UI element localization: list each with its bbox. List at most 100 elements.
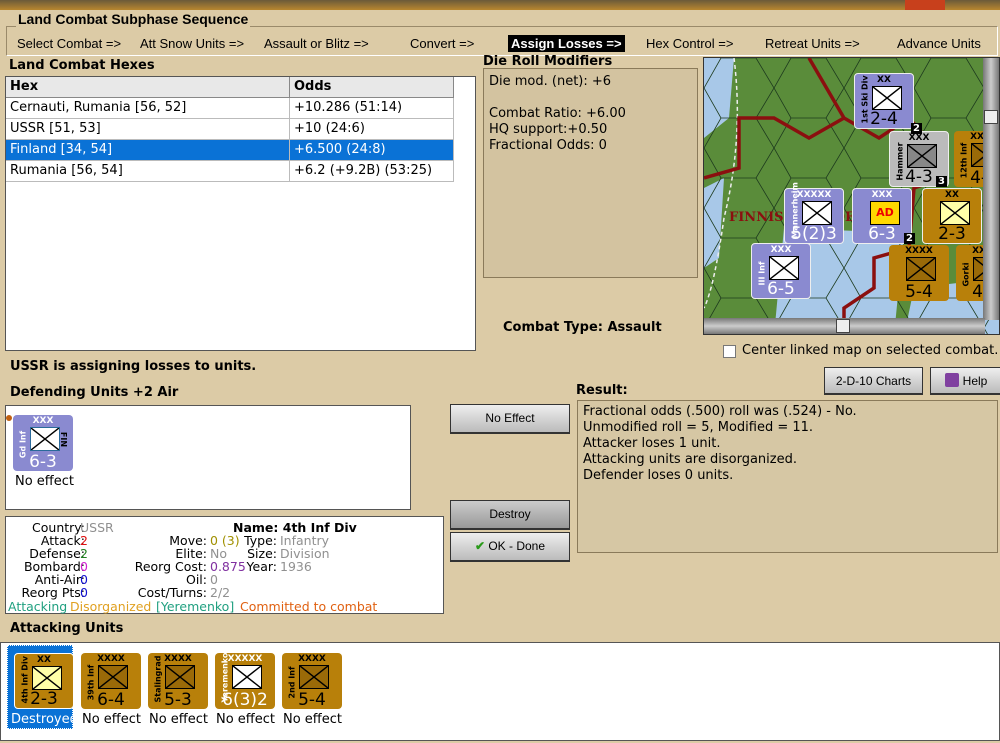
table-row[interactable]: Rumania [56, 54] +6.2 (+9.2B) (53:25): [6, 161, 454, 182]
fractional-odds-line: Fractional Odds: 0: [489, 138, 607, 153]
defending-title: Defending Units +2 Air: [10, 385, 179, 400]
status-hq: [Yeremenko]: [156, 599, 235, 614]
checkmark-icon: ✔: [474, 539, 485, 553]
attacking-unit[interactable]: XX 2-3 4th Inf Div: [14, 653, 74, 709]
unit-name: 1st Ski Div: [860, 75, 870, 124]
attacking-unit[interactable]: XXXX 6-4 39th Inf: [81, 653, 141, 710]
hexes-title: Land Combat Hexes: [9, 58, 155, 73]
unit-status: No effect: [82, 712, 142, 727]
destroy-button[interactable]: Destroy: [450, 500, 570, 530]
hex-cell: Rumania [56, 54]: [6, 161, 290, 182]
map-unit[interactable]: XXXXX 5(2)3 Mannerheim: [784, 182, 844, 244]
hq-support-line: HQ support:+0.50: [489, 122, 608, 137]
result-line: Attacker loses 1 unit.: [583, 436, 721, 451]
unit-name: III Inf: [757, 261, 767, 286]
status-message: USSR is assigning losses to units.: [10, 359, 257, 374]
unit-status: Destroyed: [11, 712, 78, 727]
die-roll-modifiers-box: Die mod. (net): +6 Combat Ratio: +6.00 H…: [483, 68, 698, 278]
hex-cell: Cernauti, Rumania [56, 52]: [6, 98, 290, 119]
step-att-snow-units: Att Snow Units =>: [140, 36, 245, 51]
year-value: 1936: [280, 559, 312, 574]
unit-name: Mannerheim: [790, 182, 800, 239]
stack-count: 2: [911, 123, 922, 134]
map-unit-defender[interactable]: XXX AD 6-3: [852, 188, 912, 244]
status-disorganized: Disorganized: [70, 599, 152, 614]
help-button[interactable]: Help: [930, 367, 1000, 395]
unit-name: Hammer: [895, 142, 905, 181]
odds-cell: +6.500 (24:8): [290, 140, 454, 161]
combat-type: Combat Type: Assault: [503, 320, 662, 335]
map-unit[interactable]: XXX 6-5 III Inf: [751, 243, 811, 299]
odds-cell: +10.286 (51:14): [290, 98, 454, 119]
attacking-unit[interactable]: XXXX 5-3 Stalingrad: [148, 653, 208, 710]
subphase-sequence-title: Land Combat Subphase Sequence: [16, 11, 251, 27]
step-advance-units: Advance Units: [897, 36, 981, 51]
column-hex[interactable]: Hex: [6, 77, 290, 98]
unit-status: No effect: [216, 712, 276, 727]
combat-hexes-table: Hex Odds Cernauti, Rumania [56, 52] +10.2…: [5, 76, 476, 351]
reorg-pts-value: 0: [80, 585, 88, 600]
center-map-label: Center linked map on selected combat.: [742, 343, 999, 358]
unit-name: 12th Inf: [959, 142, 969, 179]
result-box: Fractional odds (.500) roll was (.524) -…: [577, 400, 998, 553]
map-horizontal-scrollbar[interactable]: [704, 318, 985, 334]
combat-marker: AD: [870, 201, 900, 225]
defending-units-box: XXX 6-3 Gd Inf FIN No effect: [5, 405, 411, 510]
ok-label: OK - Done: [488, 539, 546, 553]
hex-map[interactable]: FINNISH BORDER XX2-41st Ski Div XXX4-3Ha…: [703, 57, 1000, 335]
map-unit[interactable]: XX 2-3: [922, 188, 982, 244]
unit-status: No effect: [283, 712, 343, 727]
label: Year:: [246, 559, 277, 574]
result-title: Result:: [576, 383, 628, 398]
cost-value: 2/2: [210, 585, 231, 600]
map-unit[interactable]: XXXX 5-4: [889, 245, 949, 302]
unit-info-box: Country: USSR Attack: 2 Defense: 2 Bombard:…: [5, 516, 444, 614]
help-label: Help: [962, 374, 988, 388]
book-icon: [945, 373, 959, 387]
result-line: Unmodified roll = 5, Modified = 11.: [583, 420, 814, 435]
column-odds[interactable]: Odds: [290, 77, 454, 98]
map-vertical-scrollbar[interactable]: [983, 58, 999, 320]
die-roll-title: Die Roll Modifiers: [483, 54, 613, 69]
stack-count: 3: [936, 176, 947, 187]
charts-button[interactable]: 2-D-10 Charts: [824, 367, 923, 395]
result-line: Fractional odds (.500) roll was (.524) -…: [583, 404, 857, 419]
odds-cell: +6.2 (+9.2B) (53:25): [290, 161, 454, 182]
step-convert: Convert =>: [410, 36, 475, 51]
result-line: Defender loses 0 units.: [583, 468, 734, 483]
attacking-title: Attacking Units: [10, 621, 124, 636]
step-assault-or-blitz: Assault or Blitz =>: [264, 36, 369, 51]
step-select-combat: Select Combat =>: [17, 36, 122, 51]
no-effect-button[interactable]: No Effect: [450, 404, 570, 434]
map-unit[interactable]: XX 2-4 1st Ski Div: [854, 73, 914, 129]
attacking-unit[interactable]: XXXX 5-4 2nd Inf: [282, 653, 342, 710]
combat-ratio-line: Combat Ratio: +6.00: [489, 106, 626, 121]
table-row-selected[interactable]: Finland [34, 54] +6.500 (24:8): [6, 140, 454, 161]
label: Cost/Turns:: [137, 585, 207, 600]
center-map-checkbox[interactable]: [723, 345, 736, 358]
hex-cell: Finland [34, 54]: [6, 140, 290, 161]
step-retreat-units: Retreat Units =>: [765, 36, 860, 51]
die-mod-line: Die mod. (net): +6: [489, 74, 612, 89]
table-row[interactable]: USSR [51, 53] +10 (24:6): [6, 119, 454, 140]
unit-name: Gorki: [961, 262, 971, 287]
step-hex-control: Hex Control =>: [646, 36, 734, 51]
table-row[interactable]: Cernauti, Rumania [56, 52] +10.286 (51:14…: [6, 98, 454, 119]
result-line: Attacking units are disorganized.: [583, 452, 797, 467]
attacking-units-box: XX 2-3 4th Inf Div Destroyed XXXX 6-4 39th I…: [0, 642, 1000, 741]
ok-done-button[interactable]: ✔ OK - Done: [450, 532, 570, 562]
status-dot: [6, 415, 12, 421]
window-title-bar: [0, 0, 1000, 10]
status-attacking: Attacking: [8, 599, 68, 614]
status-committed: Committed to combat: [240, 599, 378, 614]
label: Reorg Pts:: [21, 585, 85, 600]
unit-status: No effect: [15, 474, 75, 489]
stack-count: 2: [904, 233, 915, 244]
step-assign-losses: Assign Losses =>: [508, 35, 625, 52]
unit-status: No effect: [149, 712, 209, 727]
defending-unit[interactable]: XXX 6-3 Gd Inf FIN: [13, 415, 73, 472]
odds-cell: +10 (24:6): [290, 119, 454, 140]
attacking-unit[interactable]: XXXXX 6(3)2 Yeremenko: [215, 653, 275, 710]
hex-cell: USSR [51, 53]: [6, 119, 290, 140]
